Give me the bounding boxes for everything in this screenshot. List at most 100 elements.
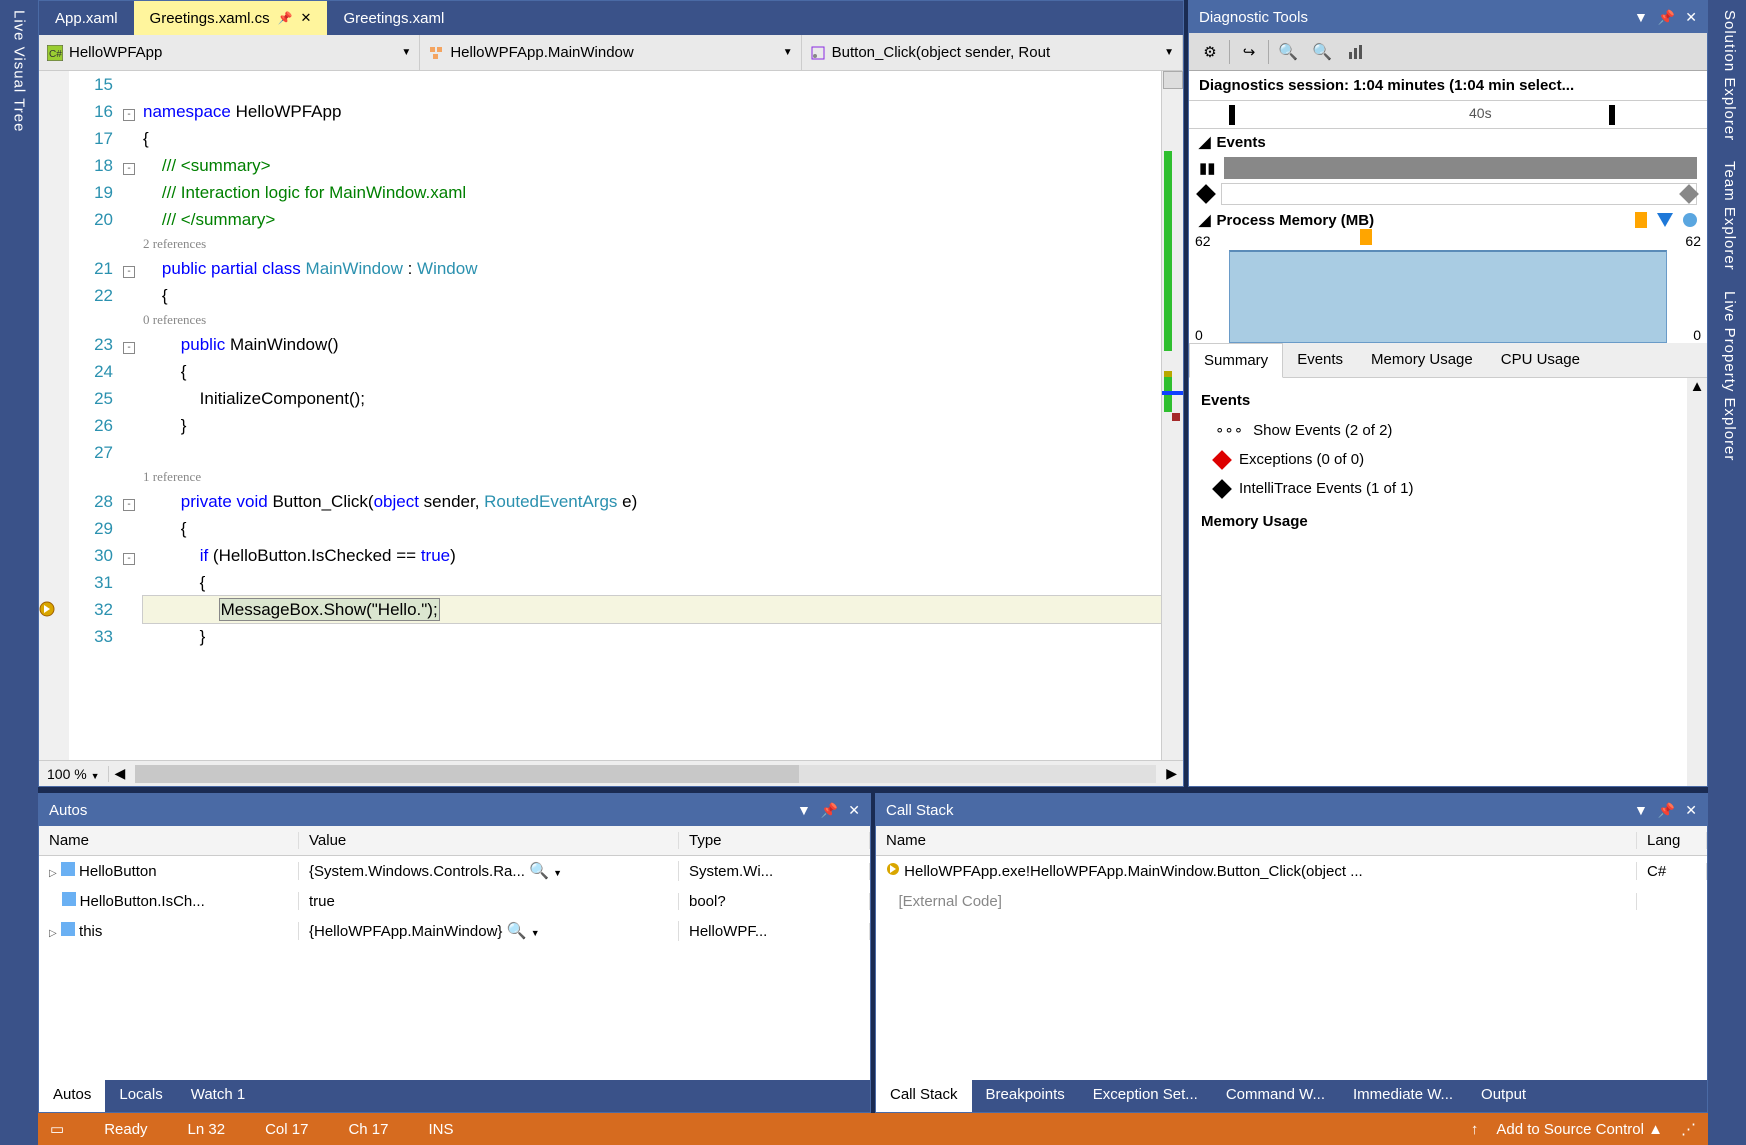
diagnostic-toolbar: ⚙ ↪ 🔍 🔍: [1189, 33, 1707, 71]
status-bar: ▭ Ready Ln 32 Col 17 Ch 17 INS ↑ Add to …: [38, 1113, 1708, 1145]
col-lang[interactable]: Lang: [1637, 832, 1707, 849]
table-row[interactable]: ▷ HelloButton{System.Windows.Controls.Ra…: [39, 856, 870, 886]
horizontal-scrollbar[interactable]: [135, 765, 1156, 783]
tab-label: Greetings.xaml.cs: [150, 10, 270, 27]
autos-title-bar[interactable]: Autos ▼📌✕: [39, 794, 870, 826]
pin-icon[interactable]: 📌: [278, 11, 293, 25]
zoom-select[interactable]: 100 % ▼: [39, 766, 109, 782]
status-ins: INS: [428, 1121, 453, 1138]
chevron-down-icon[interactable]: ▼: [1634, 802, 1648, 819]
tab-cpu-usage[interactable]: CPU Usage: [1487, 343, 1594, 377]
tab-callstack[interactable]: Call Stack: [876, 1080, 972, 1112]
live-visual-tree-tab[interactable]: Live Visual Tree: [11, 10, 28, 132]
gear-icon[interactable]: ⚙: [1195, 37, 1225, 67]
split-handle-icon[interactable]: [1163, 71, 1183, 89]
breakpoint-gutter[interactable]: [39, 71, 69, 760]
editor-panel: App.xaml Greetings.xaml.cs 📌 ✕ Greetings…: [38, 0, 1184, 787]
session-label: Diagnostics session: 1:04 minutes (1:04 …: [1189, 71, 1707, 101]
callstack-header-row: Name Lang: [876, 826, 1707, 856]
code-editor[interactable]: 15161718192021222324252627282930313233 -…: [39, 71, 1183, 760]
tab-locals[interactable]: Locals: [105, 1080, 176, 1112]
source-control-button[interactable]: Add to Source Control ▲: [1496, 1121, 1663, 1138]
exceptions-link[interactable]: Exceptions (0 of 0): [1201, 445, 1675, 474]
vertical-scrollbar[interactable]: [1161, 71, 1183, 760]
tab-memory-usage[interactable]: Memory Usage: [1357, 343, 1487, 377]
tab-summary[interactable]: Summary: [1189, 343, 1283, 378]
live-property-explorer-tab[interactable]: Live Property Explorer: [1708, 281, 1746, 471]
tab-immediate-window[interactable]: Immediate W...: [1339, 1080, 1467, 1112]
diag-scrollbar[interactable]: ▲▼: [1687, 378, 1707, 786]
timeline-tick: 40s: [1469, 105, 1492, 121]
close-icon[interactable]: ✕: [1685, 802, 1697, 819]
left-rail[interactable]: Live Visual Tree: [0, 0, 38, 1145]
red-diamond-icon: [1212, 450, 1232, 470]
chart-icon[interactable]: [1341, 37, 1371, 67]
black-diamond-icon: [1212, 479, 1232, 499]
autos-header-row: Name Value Type: [39, 826, 870, 856]
tab-greetings-cs[interactable]: Greetings.xaml.cs 📌 ✕: [134, 1, 328, 35]
events-track: [1221, 183, 1697, 205]
nav-bar: C# HelloWPFApp▼ HelloWPFApp.MainWindow▼ …: [39, 35, 1183, 71]
export-icon[interactable]: ↪: [1234, 37, 1264, 67]
col-name[interactable]: Name: [876, 832, 1637, 849]
callstack-panel: Call Stack ▼ 📌 ✕ Name Lang HelloWPFApp.exe…: [875, 793, 1708, 1113]
scroll-right-icon[interactable]: ▶: [1160, 765, 1183, 782]
code-lines[interactable]: namespace HelloWPFApp{ /// <summary> ///…: [143, 71, 1161, 760]
fold-gutter[interactable]: ------: [119, 71, 143, 760]
csharp-icon: C#: [47, 45, 63, 61]
scroll-left-icon[interactable]: ◀: [109, 765, 132, 782]
zoom-out-icon[interactable]: 🔍: [1307, 37, 1337, 67]
intellitrace-link[interactable]: IntelliTrace Events (1 of 1): [1201, 474, 1675, 503]
close-icon[interactable]: ✕: [1685, 9, 1697, 26]
timeline[interactable]: 40s: [1189, 101, 1707, 129]
tab-command-window[interactable]: Command W...: [1212, 1080, 1339, 1112]
tab-label: App.xaml: [55, 10, 118, 27]
diagnostic-title-bar[interactable]: Diagnostic Tools ▼ 📌 ✕: [1189, 1, 1707, 33]
right-rail: Solution Explorer Team Explorer Live Pro…: [1708, 0, 1746, 1145]
tab-greetings-xaml[interactable]: Greetings.xaml: [327, 1, 460, 35]
method-icon: [810, 45, 826, 61]
tab-label: Greetings.xaml: [343, 10, 444, 27]
table-row[interactable]: HelloButton.IsCh...truebool?: [39, 886, 870, 916]
tab-breakpoints[interactable]: Breakpoints: [972, 1080, 1079, 1112]
zoom-in-icon[interactable]: 🔍: [1273, 37, 1303, 67]
dots-icon: ∘∘∘: [1215, 421, 1243, 439]
solution-explorer-tab[interactable]: Solution Explorer: [1708, 0, 1746, 151]
memory-header[interactable]: ◢ Process Memory (MB): [1189, 207, 1707, 233]
team-explorer-tab[interactable]: Team Explorer: [1708, 151, 1746, 281]
close-icon[interactable]: ✕: [848, 802, 860, 819]
chevron-down-icon[interactable]: ▼: [797, 802, 811, 819]
events-subheader: Events: [1201, 392, 1675, 409]
col-value[interactable]: Value: [299, 832, 679, 849]
nav-class[interactable]: HelloWPFApp.MainWindow▼: [420, 35, 801, 70]
callstack-title-bar[interactable]: Call Stack ▼📌✕: [876, 794, 1707, 826]
pin-icon[interactable]: 📌: [1658, 9, 1675, 26]
tab-output[interactable]: Output: [1467, 1080, 1540, 1112]
nav-namespace[interactable]: C# HelloWPFApp▼: [39, 35, 420, 70]
memory-subheader: Memory Usage: [1201, 513, 1675, 530]
publish-icon[interactable]: ↑: [1471, 1121, 1479, 1138]
marker-blue-icon: [1657, 213, 1673, 227]
tab-events[interactable]: Events: [1283, 343, 1357, 377]
close-icon[interactable]: ✕: [301, 10, 312, 26]
tab-autos[interactable]: Autos: [39, 1080, 105, 1112]
tab-watch1[interactable]: Watch 1: [177, 1080, 259, 1112]
table-row[interactable]: HelloWPFApp.exe!HelloWPFApp.MainWindow.B…: [876, 856, 1707, 886]
col-name[interactable]: Name: [39, 832, 299, 849]
class-icon: [428, 45, 444, 61]
status-ready: Ready: [104, 1121, 147, 1138]
status-rect-icon: ▭: [50, 1120, 64, 1138]
tab-app-xaml[interactable]: App.xaml: [39, 1, 134, 35]
table-row[interactable]: ▷ this{HelloWPFApp.MainWindow} 🔍 ▼HelloW…: [39, 916, 870, 946]
col-type[interactable]: Type: [679, 832, 870, 849]
table-row[interactable]: [External Code]: [876, 886, 1707, 916]
pin-icon[interactable]: 📌: [821, 802, 838, 819]
show-events-link[interactable]: ∘∘∘Show Events (2 of 2): [1201, 415, 1675, 445]
chevron-down-icon[interactable]: ▼: [1634, 9, 1648, 26]
events-header[interactable]: ◢ Events: [1189, 129, 1707, 155]
nav-member[interactable]: Button_Click(object sender, Rout▼: [802, 35, 1183, 70]
pin-icon[interactable]: 📌: [1658, 802, 1675, 819]
autos-tabs: Autos Locals Watch 1: [39, 1080, 870, 1112]
status-col: Col 17: [265, 1121, 308, 1138]
tab-exception-settings[interactable]: Exception Set...: [1079, 1080, 1212, 1112]
